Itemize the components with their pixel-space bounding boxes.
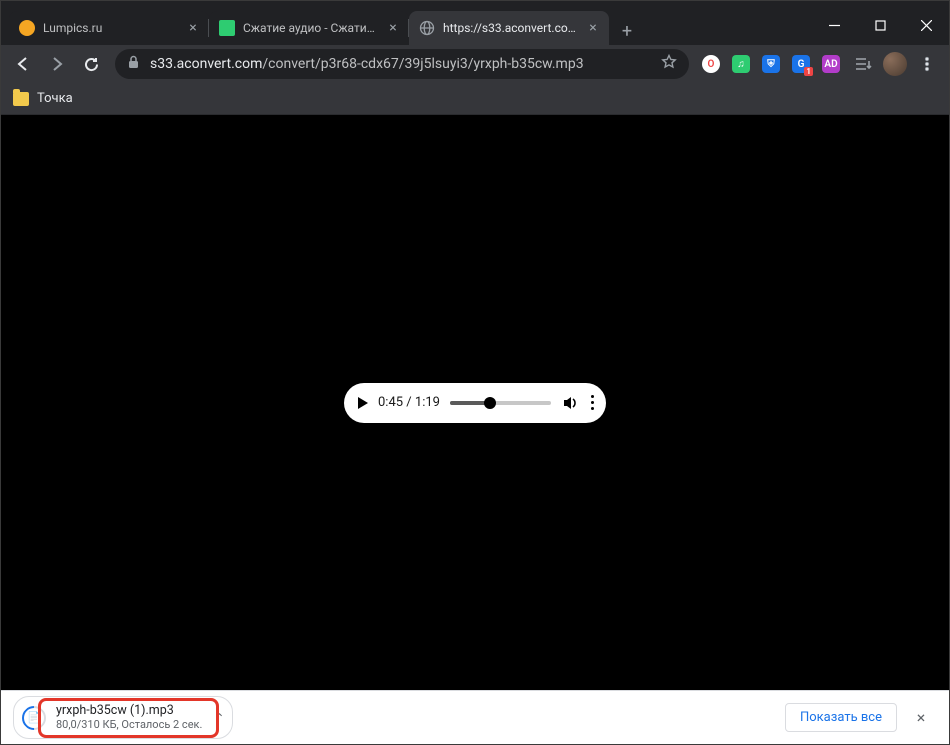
tab-title: Сжатие аудио - Сжатие файлов	[243, 21, 377, 35]
bookmark-folder[interactable]: Точка	[13, 91, 73, 106]
star-icon[interactable]	[661, 54, 677, 74]
globe-icon	[419, 20, 435, 36]
url-text: s33.aconvert.com/convert/p3r68-cdx67/39j…	[150, 56, 651, 72]
address-bar[interactable]: s33.aconvert.com/convert/p3r68-cdx67/39j…	[115, 49, 689, 79]
seek-slider[interactable]	[450, 401, 551, 405]
chevron-up-icon[interactable]: ⌃	[214, 711, 224, 725]
tab-title: Lumpics.ru	[43, 21, 177, 35]
seek-thumb[interactable]	[484, 397, 496, 409]
reload-button[interactable]	[75, 48, 107, 80]
tab-title: https://s33.aconvert.com/convert	[443, 21, 577, 35]
tab-compression[interactable]: Сжатие аудио - Сжатие файлов ×	[209, 11, 409, 45]
reading-list-icon[interactable]	[847, 48, 879, 80]
more-icon[interactable]	[589, 395, 596, 410]
download-item[interactable]: 📄 yrxph-b35cw (1).mp3 80,0/310 КБ, Остал…	[13, 696, 233, 739]
extension-shield[interactable]: ⛨	[757, 50, 785, 78]
favicon-compression	[219, 20, 235, 36]
download-filename: yrxph-b35cw (1).mp3	[56, 703, 202, 719]
browser-window: Lumpics.ru × Сжатие аудио - Сжатие файло…	[0, 0, 950, 745]
forward-button[interactable]	[41, 48, 73, 80]
extension-music[interactable]: ♫	[727, 50, 755, 78]
close-icon[interactable]: ×	[185, 20, 201, 36]
window-titlebar[interactable]	[1, 1, 949, 9]
tab-strip: Lumpics.ru × Сжатие аудио - Сжатие файло…	[1, 9, 949, 45]
new-tab-button[interactable]: +	[613, 17, 641, 45]
extension-adblock[interactable]: AD	[817, 50, 845, 78]
favicon-lumpics	[19, 20, 35, 36]
lock-icon	[127, 55, 140, 73]
download-status: 80,0/310 КБ, Осталось 2 сек.	[56, 718, 202, 732]
extension-translate[interactable]: G1	[787, 50, 815, 78]
window-controls	[811, 9, 949, 41]
tab-aconvert[interactable]: https://s33.aconvert.com/convert ×	[409, 11, 609, 45]
tab-lumpics[interactable]: Lumpics.ru ×	[9, 11, 209, 45]
close-window-button[interactable]	[903, 9, 949, 41]
close-icon[interactable]: ×	[385, 20, 401, 36]
extension-opera[interactable]: O	[697, 50, 725, 78]
bookmarks-bar: Точка	[1, 83, 949, 115]
bookmark-label: Точка	[37, 91, 73, 106]
toolbar: s33.aconvert.com/convert/p3r68-cdx67/39j…	[1, 45, 949, 83]
audio-player: 0:45 / 1:19	[344, 383, 606, 423]
menu-button[interactable]	[911, 48, 943, 80]
downloads-bar: 📄 yrxph-b35cw (1).mp3 80,0/310 КБ, Остал…	[1, 690, 949, 744]
page-content: 0:45 / 1:19	[1, 115, 949, 690]
show-all-button[interactable]: Показать все	[785, 703, 897, 732]
download-progress-icon: 📄	[22, 706, 46, 730]
close-downloads-icon[interactable]: ×	[905, 702, 937, 734]
maximize-button[interactable]	[857, 9, 903, 41]
minimize-button[interactable]	[811, 9, 857, 41]
play-icon[interactable]	[358, 397, 368, 409]
folder-icon	[13, 92, 29, 106]
close-icon[interactable]: ×	[585, 20, 601, 36]
back-button[interactable]	[7, 48, 39, 80]
volume-icon[interactable]	[561, 394, 579, 412]
profile-avatar[interactable]	[881, 50, 909, 78]
time-display: 0:45 / 1:19	[378, 395, 440, 410]
